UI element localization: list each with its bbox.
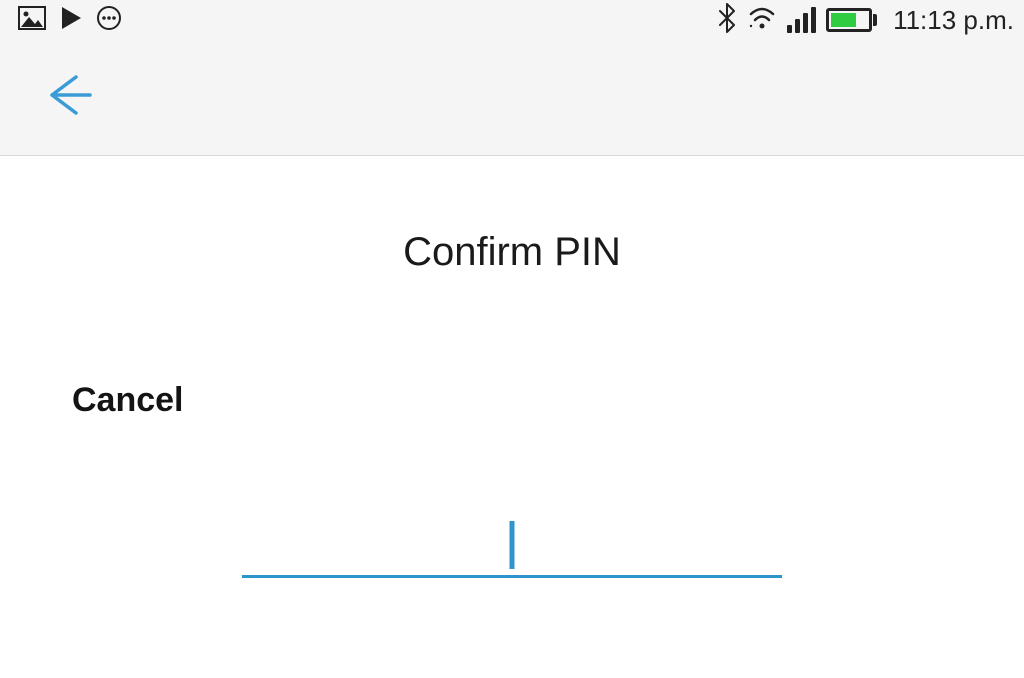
play-icon <box>60 6 82 35</box>
pin-input[interactable] <box>242 508 782 578</box>
cell-signal-icon <box>787 7 816 33</box>
ellipsis-circle-icon <box>96 5 122 36</box>
back-button[interactable] <box>40 67 96 128</box>
button-row: Cancel <box>0 381 1024 420</box>
battery-icon <box>826 8 877 32</box>
input-cursor <box>510 521 515 569</box>
cancel-button[interactable]: Cancel <box>72 381 184 420</box>
status-right-icons: 11:13 p.m. <box>717 3 1014 38</box>
bluetooth-icon <box>717 3 737 38</box>
page-title: Confirm PIN <box>403 230 621 275</box>
status-bar: 11:13 p.m. <box>0 0 1024 40</box>
status-left-icons <box>10 5 122 36</box>
nav-bar <box>0 40 1024 156</box>
arrow-left-icon <box>40 110 96 127</box>
wifi-icon <box>747 6 777 35</box>
content-area: Confirm PIN Cancel <box>0 156 1024 578</box>
status-time: 11:13 p.m. <box>893 5 1014 36</box>
picture-icon <box>18 6 46 35</box>
